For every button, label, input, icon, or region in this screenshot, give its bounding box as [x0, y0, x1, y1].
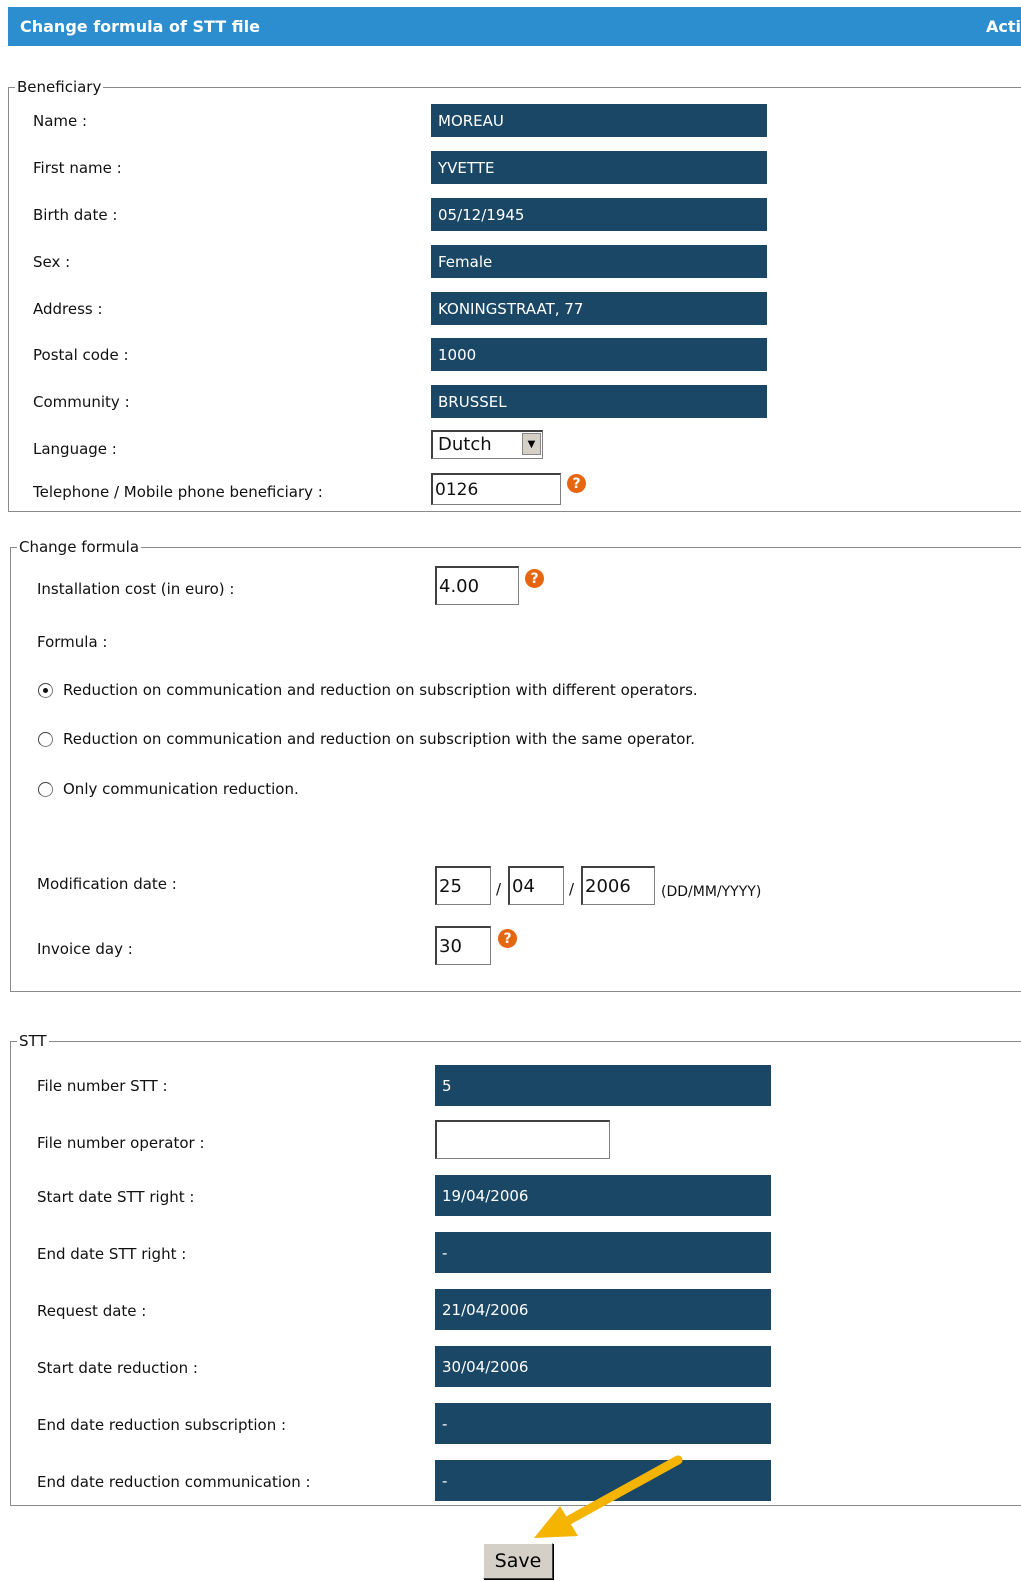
help-icon[interactable]: ? — [525, 569, 544, 588]
sex-value: Female — [431, 245, 767, 278]
stt-legend: STT — [19, 1032, 47, 1050]
date-separator: / — [569, 880, 575, 898]
community-label: Community : — [33, 393, 130, 411]
end-date-stt-right-label: End date STT right : — [37, 1245, 187, 1263]
modification-year-input[interactable] — [581, 866, 655, 905]
end-date-stt-right-value: - — [435, 1232, 771, 1273]
formula-option-different-operators-radio[interactable] — [38, 683, 53, 698]
beneficiary-legend: Beneficiary — [17, 78, 102, 96]
birth-date-value: 05/12/1945 — [431, 198, 767, 231]
sex-label: Sex : — [33, 253, 71, 271]
start-date-reduction-value: 30/04/2006 — [435, 1346, 771, 1387]
formula-option-same-operator-radio[interactable] — [38, 732, 53, 747]
page-title: Change formula of STT file — [20, 17, 260, 36]
start-date-stt-right-value: 19/04/2006 — [435, 1175, 771, 1216]
actions-label[interactable]: Acti — [986, 17, 1021, 36]
change-formula-fieldset: Change formula — [10, 538, 1021, 992]
file-number-stt-label: File number STT : — [37, 1077, 168, 1095]
request-date-value: 21/04/2006 — [435, 1289, 771, 1330]
invoice-day-input[interactable] — [435, 926, 491, 965]
address-value: KONINGSTRAAT, 77 — [431, 292, 767, 325]
first-name-label: First name : — [33, 159, 122, 177]
formula-label: Formula : — [37, 633, 108, 651]
birth-date-label: Birth date : — [33, 206, 118, 224]
chevron-down-icon[interactable]: ▼ — [522, 433, 541, 455]
date-separator: / — [496, 880, 502, 898]
modification-month-input[interactable] — [508, 866, 564, 905]
first-name-value: YVETTE — [431, 151, 767, 184]
formula-option-communication-only-label[interactable]: Only communication reduction. — [63, 780, 299, 798]
phone-input[interactable] — [431, 473, 561, 505]
end-date-reduction-subscription-value: - — [435, 1403, 771, 1444]
change-formula-legend: Change formula — [19, 538, 140, 556]
language-select[interactable]: Dutch ▼ — [431, 430, 543, 459]
address-label: Address : — [33, 300, 103, 318]
date-format-hint: (DD/MM/YYYY) — [661, 884, 762, 900]
formula-option-different-operators-label[interactable]: Reduction on communication and reduction… — [63, 681, 698, 699]
help-icon[interactable]: ? — [567, 474, 586, 493]
pointer-arrow — [534, 1455, 683, 1538]
postal-code-value: 1000 — [431, 338, 767, 371]
formula-option-communication-only-radio[interactable] — [38, 782, 53, 797]
save-button[interactable]: Save — [483, 1543, 553, 1579]
start-date-reduction-label: Start date reduction : — [37, 1359, 198, 1377]
language-label: Language : — [33, 440, 117, 458]
start-date-stt-right-label: Start date STT right : — [37, 1188, 195, 1206]
formula-option-same-operator-label[interactable]: Reduction on communication and reduction… — [63, 730, 695, 748]
modification-day-input[interactable] — [435, 866, 491, 905]
page-header: Change formula of STT file Acti — [8, 7, 1021, 46]
file-number-operator-input[interactable] — [435, 1120, 610, 1159]
postal-code-label: Postal code : — [33, 346, 129, 364]
invoice-day-label: Invoice day : — [37, 940, 133, 958]
installation-cost-label: Installation cost (in euro) : — [37, 580, 235, 598]
installation-cost-input[interactable] — [435, 566, 519, 605]
request-date-label: Request date : — [37, 1302, 147, 1320]
phone-label: Telephone / Mobile phone beneficiary : — [33, 483, 323, 501]
end-date-reduction-subscription-label: End date reduction subscription : — [37, 1416, 287, 1434]
name-value: MOREAU — [431, 104, 767, 137]
file-number-stt-value: 5 — [435, 1065, 771, 1106]
language-selected-value: Dutch — [438, 434, 492, 455]
community-value: BRUSSEL — [431, 385, 767, 418]
end-date-reduction-communication-label: End date reduction communication : — [37, 1473, 311, 1491]
help-icon[interactable]: ? — [498, 929, 517, 948]
file-number-operator-label: File number operator : — [37, 1134, 205, 1152]
name-label: Name : — [33, 112, 88, 130]
modification-date-label: Modification date : — [37, 875, 177, 893]
